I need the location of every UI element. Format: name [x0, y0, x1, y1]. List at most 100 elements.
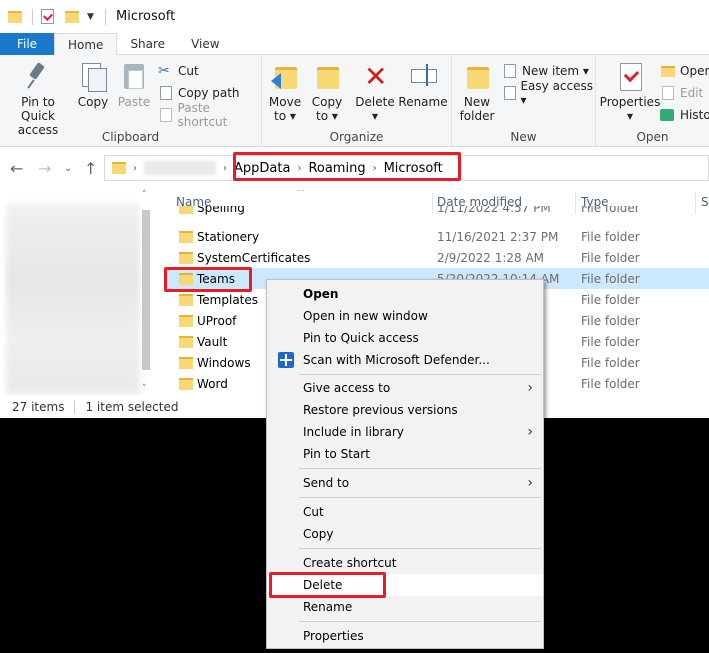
- move-to-button[interactable]: Move to ▾: [268, 61, 302, 123]
- rename-label: Rename: [398, 95, 448, 109]
- submenu-chevron-icon: ›: [527, 380, 533, 396]
- file-name: Spelling: [197, 206, 245, 215]
- new-item-button[interactable]: New item ▾: [502, 61, 589, 81]
- menu-separator: [299, 374, 541, 375]
- menu-item-scan-defender[interactable]: Scan with Microsoft Defender...: [267, 349, 543, 371]
- nav-scroll-thumb[interactable]: [142, 210, 150, 370]
- menu-item-include-library[interactable]: Include in library ›: [267, 421, 543, 443]
- navigation-bar: ← → ⌄ ↑ › › AppData › Roaming › Microsof…: [0, 147, 709, 190]
- paste-shortcut-icon: [158, 107, 174, 123]
- history-label: Histo: [680, 108, 709, 122]
- file-date: 11/16/2021 2:37 PM: [437, 229, 559, 244]
- menu-item-give-access[interactable]: Give access to ›: [267, 377, 543, 399]
- new-group-label: New: [510, 130, 537, 144]
- rename-button[interactable]: Rename: [398, 61, 448, 109]
- file-name: SystemCertificates: [197, 250, 311, 265]
- window-title: Microsoft: [116, 9, 176, 24]
- folder-icon: [179, 293, 193, 306]
- folder-icon: [179, 251, 193, 264]
- breadcrumb-microsoft[interactable]: Microsoft: [384, 161, 443, 176]
- move-to-label-2: to ▾: [274, 109, 296, 123]
- menu-item-restore-versions[interactable]: Restore previous versions: [267, 399, 543, 421]
- file-type: File folder: [581, 334, 640, 349]
- tab-home[interactable]: Home: [54, 33, 118, 56]
- tab-share[interactable]: Share: [117, 33, 178, 55]
- recent-locations-chevron-icon[interactable]: ⌄: [64, 163, 72, 174]
- breadcrumb-appdata[interactable]: AppData: [234, 161, 290, 176]
- paste-shortcut-button[interactable]: Paste shortcut: [158, 101, 261, 129]
- nav-scrollbar[interactable]: ˄ ˅: [141, 190, 151, 396]
- file-name: Teams: [197, 271, 235, 286]
- menu-item-pin-start[interactable]: Pin to Start: [267, 443, 543, 465]
- easy-access-button[interactable]: Easy access ▾: [502, 79, 595, 107]
- cut-button[interactable]: ✂ Cut: [158, 61, 199, 81]
- list-item[interactable]: Spelling 1/11/2022 4:57 PM File folder: [165, 206, 709, 218]
- address-folder-icon: [112, 162, 126, 174]
- breadcrumb-chevron-icon: ›: [372, 162, 377, 174]
- new-item-icon: [502, 63, 518, 79]
- copy-to-button[interactable]: Copy to ▾: [310, 61, 344, 123]
- scroll-up-icon[interactable]: ˄: [142, 190, 147, 200]
- up-arrow-icon[interactable]: ↑: [84, 159, 97, 178]
- menu-separator: [299, 497, 541, 498]
- new-folder-quick-icon[interactable]: [65, 9, 81, 25]
- folder-icon: [179, 335, 193, 348]
- sort-up-icon: ^: [297, 190, 305, 198]
- properties-button[interactable]: Properties ▾: [599, 61, 661, 123]
- ribbon: Pin to Quick access Copy Paste ✂ Cut Cop…: [0, 55, 709, 147]
- tab-view[interactable]: View: [178, 33, 232, 55]
- pin-to-quick-access-button[interactable]: Pin to Quick access: [4, 61, 72, 137]
- pin-icon: [24, 61, 52, 91]
- open-button[interactable]: Open: [660, 61, 709, 81]
- menu-item-cut[interactable]: Cut: [267, 501, 543, 523]
- back-arrow-icon[interactable]: ←: [10, 159, 23, 178]
- file-type: File folder: [581, 229, 640, 244]
- copy-to-label-1: Copy: [311, 95, 343, 109]
- open-icon: [660, 63, 676, 79]
- edit-button[interactable]: Edit: [660, 83, 703, 103]
- file-date: 2/9/2022 1:28 AM: [437, 250, 545, 265]
- menu-item-open[interactable]: Open: [267, 283, 543, 305]
- menu-item-pin-quick-access[interactable]: Pin to Quick access: [267, 327, 543, 349]
- file-name: Stationery: [197, 229, 260, 244]
- copy-path-button[interactable]: Copy path: [158, 83, 240, 103]
- submenu-chevron-icon: ›: [527, 424, 533, 440]
- edit-label: Edit: [680, 86, 704, 100]
- menu-item-properties[interactable]: Properties: [267, 625, 543, 647]
- blurred-tree: [6, 204, 140, 394]
- properties-label: Properties: [599, 95, 661, 109]
- menu-item-delete[interactable]: Delete: [267, 574, 543, 596]
- menu-item-send-to[interactable]: Send to ›: [267, 472, 543, 494]
- navigation-pane[interactable]: ˄ ˅: [0, 190, 157, 396]
- history-button[interactable]: Histo: [660, 105, 709, 125]
- forward-arrow-icon[interactable]: →: [38, 159, 51, 178]
- list-item[interactable]: SystemCertificates 2/9/2022 1:28 AM File…: [165, 247, 709, 268]
- customize-quick-access-icon[interactable]: ▼: [87, 10, 97, 24]
- scissors-icon: ✂: [158, 63, 170, 79]
- address-bar[interactable]: › › AppData › Roaming › Microsoft: [104, 155, 709, 181]
- breadcrumb-chevron-icon: ›: [133, 162, 137, 174]
- tab-file[interactable]: File: [0, 33, 54, 55]
- menu-item-copy[interactable]: Copy: [267, 523, 543, 545]
- paste-button[interactable]: Paste: [116, 61, 152, 109]
- menu-item-rename[interactable]: Rename: [267, 596, 543, 618]
- breadcrumb-chevron-icon: ›: [223, 162, 227, 174]
- item-count: 27 items: [12, 400, 65, 414]
- menu-item-create-shortcut[interactable]: Create shortcut: [267, 552, 543, 574]
- properties-quick-icon[interactable]: [41, 9, 57, 25]
- menu-item-open-new-window[interactable]: Open in new window: [267, 305, 543, 327]
- menu-separator: [299, 468, 541, 469]
- breadcrumb-roaming[interactable]: Roaming: [308, 161, 365, 176]
- easy-access-icon: [502, 85, 516, 101]
- paste-label: Paste: [117, 95, 151, 109]
- list-item[interactable]: Stationery 11/16/2021 2:37 PM File folde…: [165, 226, 709, 247]
- scroll-down-icon[interactable]: ˅: [142, 384, 147, 394]
- quick-access-separator: [32, 8, 33, 25]
- open-label: Open: [680, 64, 709, 78]
- copy-to-label-2: to ▾: [316, 109, 338, 123]
- delete-button[interactable]: ✕ Delete ▾: [355, 61, 394, 124]
- folder-icon: [179, 272, 193, 285]
- copy-button[interactable]: Copy: [76, 61, 110, 109]
- copy-to-icon: [313, 61, 341, 91]
- new-folder-button[interactable]: New folder: [458, 61, 496, 123]
